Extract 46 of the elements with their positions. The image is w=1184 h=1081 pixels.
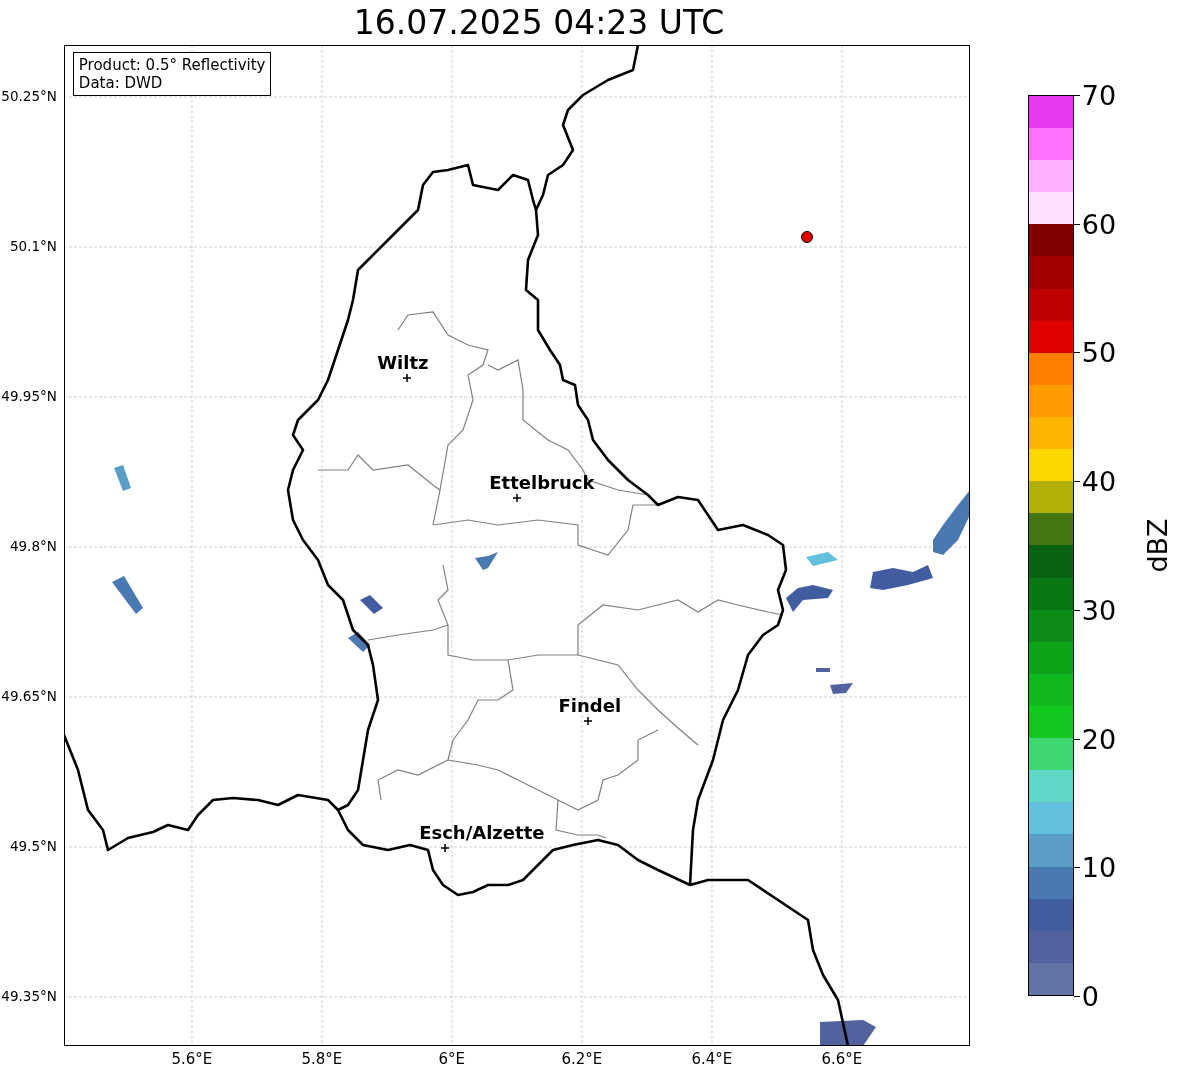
latitude-label: 49.95°N	[1, 390, 57, 404]
longitude-label: 6.6°E	[821, 1052, 863, 1067]
city-marker	[402, 373, 412, 383]
radar-echo	[359, 595, 383, 614]
radar-echo	[111, 576, 143, 614]
longitude-label: 5.8°E	[301, 1052, 343, 1067]
longitude-label: 5.6°E	[171, 1052, 213, 1067]
info-text: Product: 0.5° Reflectivity	[78, 56, 266, 74]
radar-echo	[869, 565, 933, 590]
latitude-label: 49.8°N	[9, 540, 57, 554]
radar-site-marker	[800, 231, 813, 243]
info-text: Data: DWD	[78, 74, 164, 92]
chart-title: 16.07.2025 04:23 UTC	[353, 6, 725, 39]
latitude-label: 50.1°N	[9, 240, 57, 254]
longitude-label: 6.2°E	[561, 1052, 603, 1067]
colorbar-tick-label: 0	[1081, 982, 1099, 1010]
city-label: Ettelbruck	[489, 474, 595, 492]
colorbar-tick-label: 50	[1081, 338, 1117, 366]
colorbar-tick-label: 60	[1081, 210, 1117, 238]
radar-echo	[347, 632, 370, 652]
radar-echo	[815, 668, 830, 672]
colorbar-tick-label: 10	[1081, 853, 1117, 881]
radar-echo	[819, 1020, 876, 1045]
colorbar-tick-label: 30	[1081, 596, 1117, 624]
longitude-label: 6.4°E	[691, 1052, 733, 1067]
radar-echo	[474, 552, 498, 570]
colorbar-tick-label: 40	[1081, 467, 1117, 495]
latitude-label: 49.35°N	[1, 990, 57, 1004]
latitude-label: 49.5°N	[9, 840, 57, 854]
radar-echo	[113, 465, 131, 491]
city-label: Findel	[558, 697, 622, 715]
longitude-label: 6°E	[438, 1052, 466, 1067]
radar-echo	[829, 683, 853, 694]
city-marker	[440, 843, 450, 853]
latitude-label: 49.65°N	[1, 690, 57, 704]
latitude-label: 50.25°N	[1, 90, 57, 104]
colorbar-tick-label: 20	[1081, 725, 1117, 753]
colorbar-tick-label: 70	[1081, 81, 1117, 109]
radar-echo	[932, 490, 969, 555]
city-label: Esch/Alzette	[419, 824, 545, 842]
city-marker	[512, 493, 522, 503]
colorbar-label: dBZ	[1141, 518, 1173, 573]
radar-echo	[805, 552, 838, 566]
city-label: Wiltz	[377, 354, 429, 372]
radar-echo	[785, 585, 833, 612]
city-marker	[583, 716, 593, 726]
